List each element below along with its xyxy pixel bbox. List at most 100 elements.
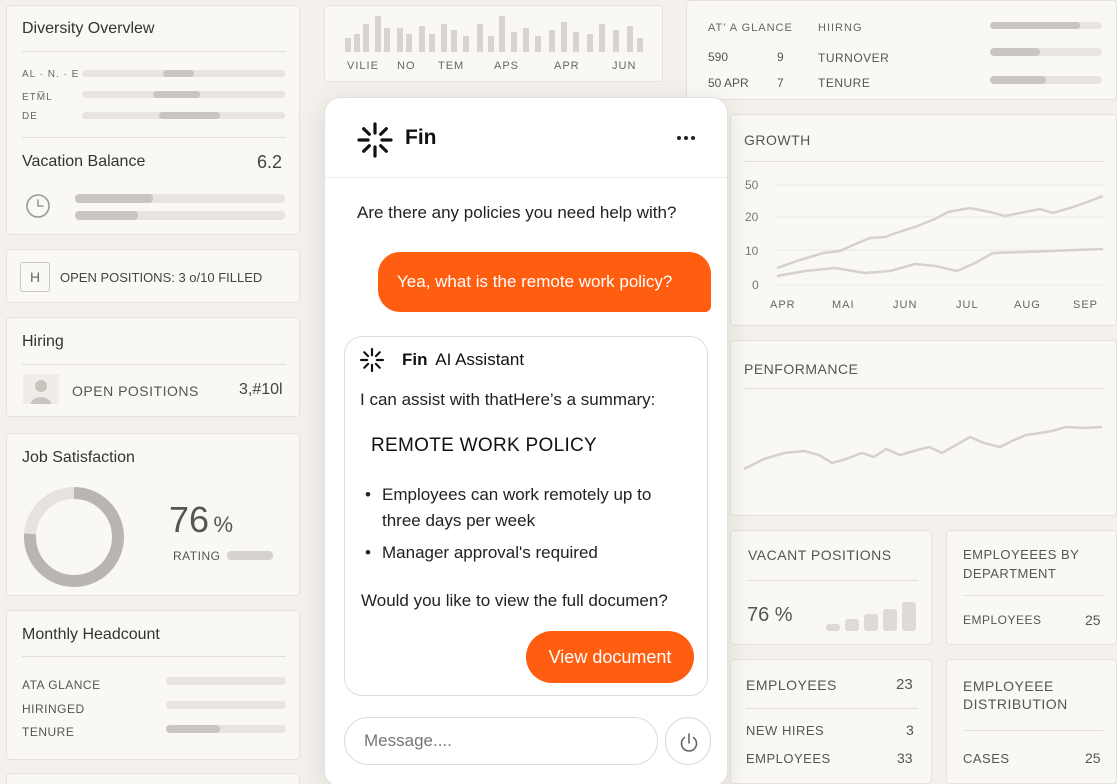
vacation-bar bbox=[75, 194, 285, 203]
satisfaction-value: 76 bbox=[169, 499, 210, 540]
distribution-label: CASES bbox=[963, 751, 1010, 766]
top-chart-x-label: JUN bbox=[612, 60, 637, 72]
vacant-mini-bar bbox=[883, 608, 897, 631]
policy-title: REMOTE WORK POLICY bbox=[371, 435, 598, 456]
growth-x-tick: MAI bbox=[832, 299, 855, 311]
performance-card: PENFORMANCE bbox=[730, 340, 1117, 516]
growth-title: GROWTH bbox=[744, 132, 811, 148]
open-positions-banner[interactable]: H OPEN POSITIONS: 3 o/10 FILLED bbox=[6, 249, 300, 303]
vacation-value: 6.2 bbox=[257, 152, 283, 172]
growth-line-chart bbox=[775, 184, 1105, 286]
performance-line-chart bbox=[744, 425, 1103, 471]
rating-bar bbox=[227, 551, 273, 560]
job-satisfaction-card: Job Satisfaction 76 % RATING bbox=[6, 433, 300, 596]
employees-row-value: 33 bbox=[897, 750, 913, 766]
clock-icon bbox=[25, 193, 51, 224]
diversity-row-label: DE bbox=[22, 111, 38, 122]
glance-bar bbox=[990, 76, 1102, 84]
monthly-headcount-title: Monthly Headcount bbox=[22, 626, 160, 643]
hiring-card: Hiring OPEN POSITIONS 3,#10l bbox=[6, 317, 300, 417]
vacant-value: 76 % bbox=[747, 604, 793, 626]
headcount-row-label: TENURE bbox=[22, 725, 75, 739]
policy-bullet: • Employees can work remotely up to three… bbox=[365, 482, 685, 534]
hiring-title: Hiring bbox=[22, 333, 64, 350]
h-icon: H bbox=[20, 262, 50, 292]
diversity-bar bbox=[82, 112, 285, 119]
distribution-title: EMPLOYEEE DISTRIBUTION bbox=[963, 678, 1068, 712]
hiring-header: HIIRNG bbox=[818, 22, 863, 34]
top-bar-chart bbox=[345, 16, 643, 52]
avatar-icon bbox=[23, 374, 59, 404]
policy-bullet-text: Employees can work remotely up to three … bbox=[382, 485, 652, 530]
vacant-mini-bars bbox=[826, 597, 916, 631]
vacant-mini-bar bbox=[826, 624, 840, 631]
more-horizontal-icon[interactable] bbox=[674, 126, 698, 150]
headcount-bar bbox=[166, 725, 286, 733]
growth-y-tick: 0 bbox=[752, 278, 759, 292]
policy-bullet: • Manager approval's required bbox=[365, 540, 685, 566]
employees-row-label: EMPLOYEES bbox=[746, 751, 831, 766]
vacant-positions-card: VACANT POSITIONS 76 % bbox=[730, 530, 932, 645]
at-a-glance-card: AT' A GLANCE HIIRNG 590 9 TURNOVER 50 AP… bbox=[686, 0, 1117, 100]
hiring-value: 3,#10l bbox=[239, 381, 283, 398]
fin-brand: Fin bbox=[405, 126, 437, 149]
vacant-mini-bar bbox=[902, 602, 916, 631]
diversity-row-label: ETM̅L bbox=[22, 92, 53, 103]
vacant-mini-bar bbox=[864, 614, 878, 631]
top-chart-x-label: TEM bbox=[438, 60, 465, 72]
diversity-title: Diversity Overvlew bbox=[22, 20, 155, 37]
satisfaction-unit: % bbox=[213, 512, 234, 537]
view-document-button[interactable]: View document bbox=[526, 631, 694, 683]
vacation-bar bbox=[75, 211, 285, 220]
diversity-row-label: AL · N. · E bbox=[22, 69, 80, 80]
assistant-role: AI Assistant bbox=[435, 350, 525, 369]
headcount-bar bbox=[166, 677, 286, 685]
employees-row-label: NEW HIRES bbox=[746, 723, 825, 738]
bottom-card-stub bbox=[6, 773, 300, 784]
growth-x-tick: JUL bbox=[956, 299, 979, 311]
diversity-bar bbox=[82, 70, 285, 77]
employees-row-value: 3 bbox=[906, 722, 914, 738]
employees-title: EMPLOYEES bbox=[746, 677, 837, 693]
user-message-bubble: Yea, what is the remote work policy? bbox=[378, 252, 711, 312]
glance-row-a: 50 APR bbox=[708, 76, 749, 90]
growth-x-tick: SEP bbox=[1073, 299, 1099, 311]
satisfaction-donut bbox=[24, 487, 124, 587]
performance-title: PENFORMANCE bbox=[744, 361, 859, 377]
assistant-name: Fin bbox=[402, 350, 428, 369]
headcount-bar bbox=[166, 701, 286, 709]
power-icon[interactable] bbox=[665, 717, 711, 765]
top-chart-x-label: APR bbox=[554, 60, 580, 72]
policy-bullet-text: Manager approval's required bbox=[382, 543, 598, 562]
monthly-headcount-card: Monthly Headcount ATA GLANCE HIRINGED TE… bbox=[6, 610, 300, 760]
glance-row-b: 9 bbox=[777, 50, 784, 64]
vacant-mini-bar bbox=[845, 619, 859, 631]
employees-title-value: 23 bbox=[896, 676, 913, 693]
glance-row-a: 590 bbox=[708, 50, 729, 64]
top-chart-x-label: VILIE bbox=[347, 60, 379, 72]
vacant-title: VACANT POSITIONS bbox=[748, 547, 892, 563]
glance-header-bar bbox=[990, 22, 1102, 29]
headcount-row-label: HIRINGED bbox=[22, 702, 85, 716]
diversity-overview-card: Diversity Overvlew AL · N. · E ETM̅L DE … bbox=[6, 5, 300, 235]
rating-label: RATING bbox=[173, 549, 221, 563]
hiring-label: OPEN POSITIONS bbox=[72, 383, 199, 399]
message-input[interactable] bbox=[344, 717, 658, 765]
top-chart-x-label: NO bbox=[397, 60, 416, 72]
top-bar-chart-card: VILIE NO TEM APS APR JUN bbox=[324, 5, 663, 82]
glance-row-c: TURNOVER bbox=[818, 51, 890, 65]
growth-x-tick: AUG bbox=[1014, 299, 1041, 311]
growth-y-tick: 10 bbox=[745, 244, 759, 258]
growth-y-tick: 50 bbox=[745, 178, 759, 192]
growth-x-tick: JUN bbox=[893, 299, 918, 311]
growth-x-tick: APR bbox=[770, 299, 796, 311]
growth-card: GROWTH 50 20 10 0 APR MAI JUN JUL AUG SE… bbox=[730, 114, 1117, 326]
growth-y-tick: 20 bbox=[745, 210, 759, 224]
assistant-intro: I can assist with thatHere’s a summary: bbox=[360, 390, 656, 409]
fin-logo-icon bbox=[356, 121, 394, 164]
headcount-row-label: ATA GLANCE bbox=[22, 678, 101, 692]
employees-by-dept-value: 25 bbox=[1085, 612, 1101, 628]
diversity-bar bbox=[82, 91, 285, 98]
vacation-title: Vacation Balance bbox=[22, 153, 146, 170]
employee-distribution-card: EMPLOYEEE DISTRIBUTION CASES 25 bbox=[946, 659, 1117, 784]
